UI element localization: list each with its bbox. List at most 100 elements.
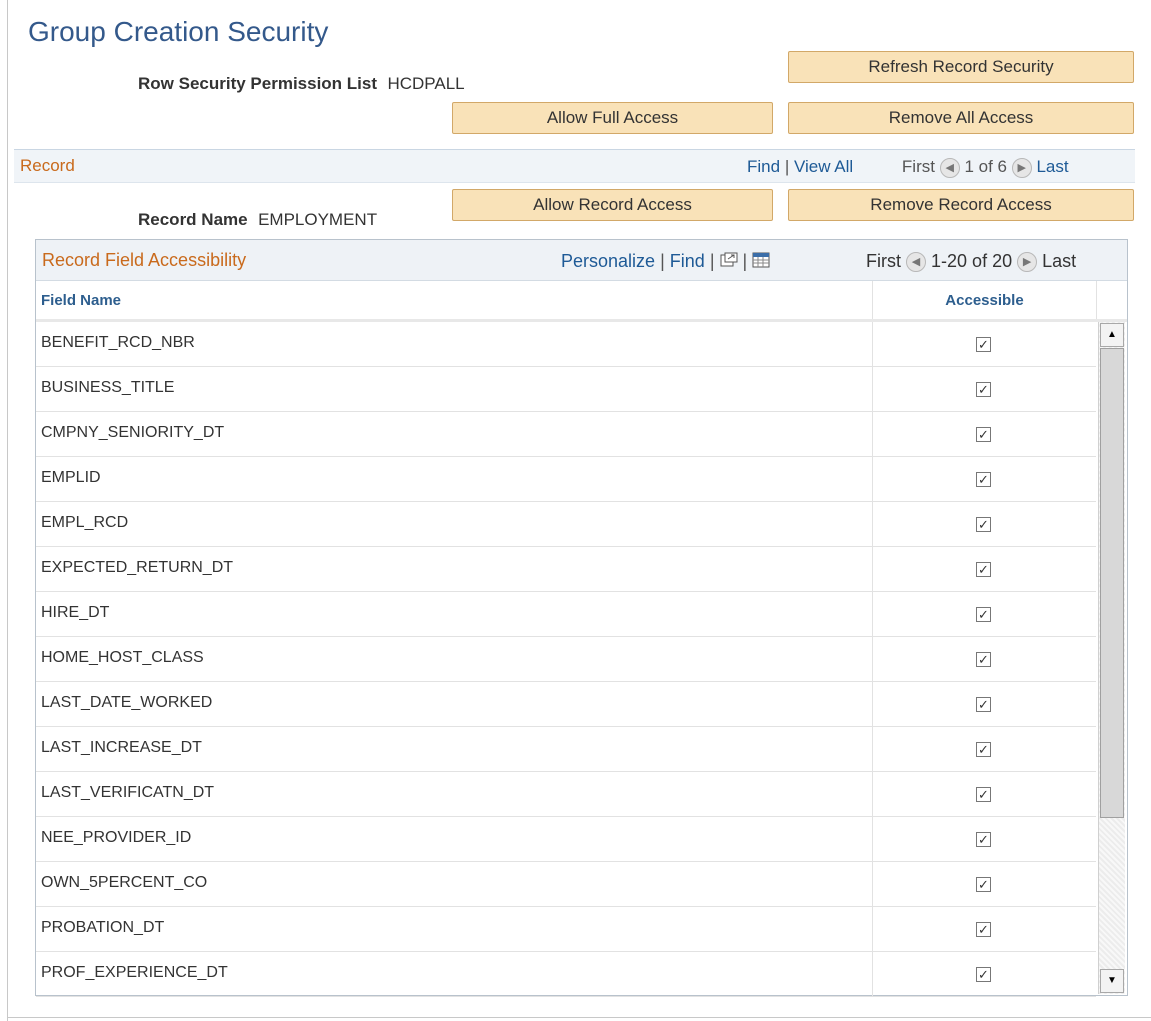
table-row: OWN_5PERCENT_CO ✓	[36, 862, 1096, 907]
accessible-checkbox[interactable]: ✓	[976, 472, 991, 487]
permission-list-label: Row Security Permission List	[138, 74, 378, 93]
record-last-link[interactable]: Last	[1036, 157, 1068, 176]
col-divider	[1096, 281, 1097, 319]
field-name-cell: HOME_HOST_CLASS	[41, 649, 204, 666]
accessible-cell: ✓	[872, 772, 1096, 816]
refresh-record-security-button[interactable]: Refresh Record Security	[788, 51, 1134, 83]
allow-full-access-button[interactable]: Allow Full Access	[452, 102, 773, 134]
accessible-checkbox[interactable]: ✓	[976, 967, 991, 982]
accessible-cell: ✓	[872, 502, 1096, 546]
remove-all-access-button[interactable]: Remove All Access	[788, 102, 1134, 134]
grid-nav: First ◀ 1-20 of 20 ▶ Last	[866, 251, 1077, 273]
record-name-label: Record Name	[138, 210, 248, 229]
accessible-checkbox[interactable]: ✓	[976, 697, 991, 712]
accessible-cell: ✓	[872, 727, 1096, 771]
accessible-checkbox[interactable]: ✓	[976, 877, 991, 892]
grid-title: Record Field Accessibility	[42, 250, 247, 270]
grid-last-label: Last	[1042, 251, 1077, 271]
accessible-cell: ✓	[872, 412, 1096, 456]
permission-row: Row Security Permission List HCDPALL	[138, 74, 465, 94]
remove-record-access-button[interactable]: Remove Record Access	[788, 189, 1134, 221]
accessible-cell: ✓	[872, 457, 1096, 501]
accessible-checkbox[interactable]: ✓	[976, 607, 991, 622]
table-row: LAST_DATE_WORKED ✓	[36, 682, 1096, 727]
accessible-cell: ✓	[872, 952, 1096, 996]
separator: |	[784, 157, 790, 176]
col-header-field-name[interactable]: Field Name	[41, 281, 871, 319]
accessible-checkbox[interactable]: ✓	[976, 652, 991, 667]
accessible-checkbox[interactable]: ✓	[976, 427, 991, 442]
record-name-row: Record Name EMPLOYMENT	[138, 210, 377, 230]
field-name-cell: EXPECTED_RETURN_DT	[41, 559, 234, 576]
next-arrow-icon[interactable]: ▶	[1017, 252, 1038, 273]
field-name-cell: PROF_EXPERIENCE_DT	[41, 964, 228, 981]
record-field-grid: Record Field Accessibility Personalize |…	[35, 239, 1128, 997]
accessible-checkbox[interactable]: ✓	[976, 562, 991, 577]
grid-rows: BENEFIT_RCD_NBR ✓ BUSINESS_TITLE ✓ CMPNY_SEN…	[36, 322, 1096, 997]
record-first-label: First	[901, 157, 935, 176]
accessible-checkbox[interactable]: ✓	[976, 832, 991, 847]
grid-find-link[interactable]: Find	[670, 251, 705, 271]
separator: |	[660, 251, 665, 271]
record-view-all-link[interactable]: View All	[794, 157, 853, 176]
grid-range: 1-20 of 20	[931, 251, 1013, 271]
field-name-cell: LAST_VERIFICATN_DT	[41, 784, 215, 801]
table-row: LAST_VERIFICATN_DT ✓	[36, 772, 1096, 817]
accessible-checkbox[interactable]: ✓	[976, 787, 991, 802]
table-row: EMPLID ✓	[36, 457, 1096, 502]
table-row: BENEFIT_RCD_NBR ✓	[36, 322, 1096, 367]
grid-header: Record Field Accessibility Personalize |…	[36, 240, 1127, 281]
accessible-cell: ✓	[872, 592, 1096, 636]
accessible-checkbox[interactable]: ✓	[976, 382, 991, 397]
grid-first-label: First	[866, 251, 901, 271]
accessible-cell: ✓	[872, 322, 1096, 366]
permission-list-value: HCDPALL	[387, 74, 465, 93]
table-row: HOME_HOST_CLASS ✓	[36, 637, 1096, 682]
accessible-cell: ✓	[872, 637, 1096, 681]
record-find-link[interactable]: Find	[747, 157, 780, 176]
separator: |	[742, 251, 748, 271]
scroll-down-icon[interactable]: ▼	[1100, 969, 1124, 993]
accessible-cell: ✓	[872, 547, 1096, 591]
field-name-cell: EMPL_RCD	[41, 514, 129, 531]
field-name-cell: HIRE_DT	[41, 604, 110, 621]
table-row: BUSINESS_TITLE ✓	[36, 367, 1096, 412]
field-name-cell: OWN_5PERCENT_CO	[41, 874, 208, 891]
field-name-cell: NEE_PROVIDER_ID	[41, 829, 192, 846]
record-range: 1 of 6	[964, 157, 1007, 176]
scroll-up-icon[interactable]: ▲	[1100, 323, 1124, 347]
table-row: PROF_EXPERIENCE_DT ✓	[36, 952, 1096, 997]
record-name-value: EMPLOYMENT	[258, 210, 378, 229]
col-header-accessible[interactable]: Accessible	[872, 281, 1096, 319]
record-nav: Find | View All First ◀ 1 of 6 ▶ Last	[747, 157, 1069, 178]
record-section-title: Record	[20, 156, 75, 175]
table-row: EXPECTED_RETURN_DT ✓	[36, 547, 1096, 592]
field-name-cell: CMPNY_SENIORITY_DT	[41, 424, 225, 441]
field-name-cell: BUSINESS_TITLE	[41, 379, 175, 396]
page-frame-left	[7, 0, 8, 1021]
field-name-cell: BENEFIT_RCD_NBR	[41, 334, 195, 351]
prev-arrow-icon[interactable]: ◀	[939, 157, 960, 178]
table-row: CMPNY_SENIORITY_DT ✓	[36, 412, 1096, 457]
table-row: EMPL_RCD ✓	[36, 502, 1096, 547]
prev-arrow-icon[interactable]: ◀	[906, 252, 927, 273]
grid-scrollbar[interactable]: ▲ ▼	[1098, 322, 1125, 994]
download-grid-icon[interactable]	[752, 252, 770, 273]
personalize-link[interactable]: Personalize	[561, 251, 655, 271]
table-row: LAST_INCREASE_DT ✓	[36, 727, 1096, 772]
accessible-checkbox[interactable]: ✓	[976, 922, 991, 937]
next-arrow-icon[interactable]: ▶	[1011, 157, 1032, 178]
accessible-cell: ✓	[872, 367, 1096, 411]
allow-record-access-button[interactable]: Allow Record Access	[452, 189, 773, 221]
separator: |	[709, 251, 715, 271]
accessible-checkbox[interactable]: ✓	[976, 337, 991, 352]
field-name-cell: EMPLID	[41, 469, 101, 486]
field-name-cell: LAST_INCREASE_DT	[41, 739, 202, 756]
accessible-cell: ✓	[872, 862, 1096, 906]
accessible-cell: ✓	[872, 817, 1096, 861]
accessible-checkbox[interactable]: ✓	[976, 742, 991, 757]
scroll-thumb[interactable]	[1100, 348, 1124, 818]
grid-tools: Personalize | Find | |	[561, 251, 770, 273]
accessible-checkbox[interactable]: ✓	[976, 517, 991, 532]
zoom-grid-icon[interactable]	[720, 252, 738, 273]
